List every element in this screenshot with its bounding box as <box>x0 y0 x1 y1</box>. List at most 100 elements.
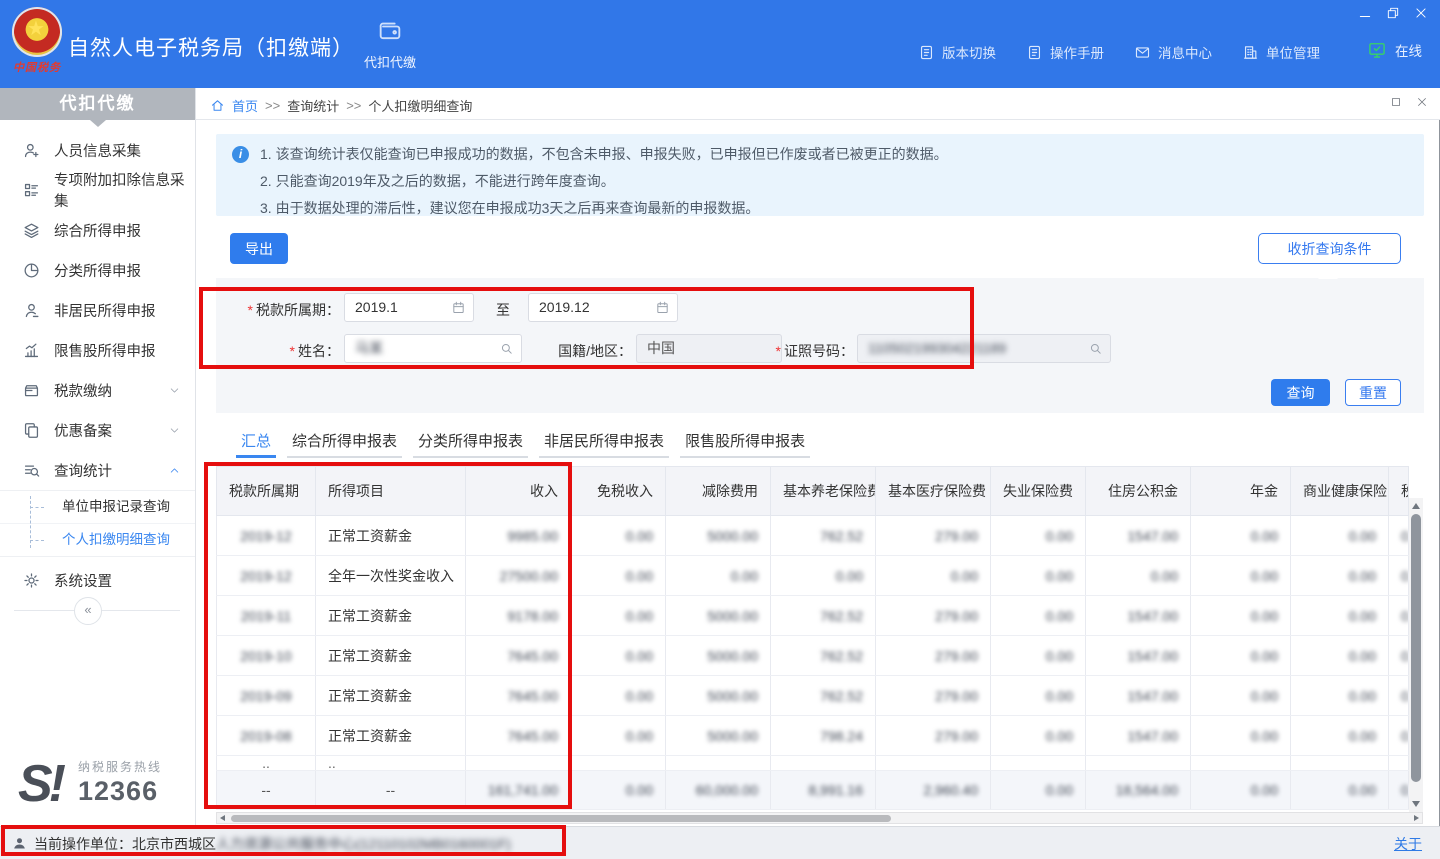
app-title: 自然人电子税务局（扣缴端） <box>68 32 354 62</box>
sidebar-item-7[interactable]: 税款缴纳 <box>0 370 195 410</box>
cell: 0.00 <box>571 556 666 596</box>
vertical-scrollbar[interactable] <box>1409 498 1423 812</box>
scroll-right-icon[interactable] <box>1414 815 1419 821</box>
sidebar-item-9[interactable]: 查询统计 <box>0 450 195 490</box>
cell: 1547.00 <box>1086 596 1191 636</box>
close-button[interactable] <box>1414 6 1428 20</box>
minimize-button[interactable] <box>1358 6 1372 20</box>
header-menu: 版本切换 操作手册 消息中心 单位管理 <box>918 42 1320 62</box>
sidebar-header: 代扣代缴 <box>0 88 195 120</box>
sidebar-item-6[interactable]: 限售股所得申报 <box>0 330 195 370</box>
cell: 0.00 <box>571 716 666 756</box>
cell: 5000.00 <box>666 596 771 636</box>
sidebar-item-1[interactable]: 人员信息采集 <box>0 130 195 170</box>
user-icon <box>12 836 27 851</box>
cell: 0.00 <box>1086 556 1191 596</box>
scroll-left-icon[interactable] <box>220 815 225 821</box>
column-header: 免税收入 <box>571 467 666 516</box>
sidebar-item-2[interactable]: 专项附加扣除信息采集 <box>0 170 195 210</box>
cell: 9178.00 <box>466 596 571 636</box>
calendar-icon[interactable] <box>655 300 670 315</box>
cell: 2019-08 <box>217 716 316 756</box>
online-status-label: 在线 <box>1395 40 1422 60</box>
close-page-icon[interactable] <box>1416 96 1428 108</box>
cell: 0.00 <box>1191 636 1291 676</box>
about-link[interactable]: 关于 <box>1394 834 1422 854</box>
breadcrumb-home[interactable]: 首页 <box>232 96 258 115</box>
cell: 0.00 <box>1389 516 1409 556</box>
cell: 5000.00 <box>666 636 771 676</box>
home-icon[interactable] <box>210 98 225 113</box>
hotline-caption: 纳税服务热线 <box>78 758 162 775</box>
cell <box>771 756 876 771</box>
query-button[interactable]: 查询 <box>1271 379 1330 406</box>
breadcrumb-separator: >> <box>346 98 361 113</box>
collapse-query-button[interactable]: 收折查询条件 <box>1258 233 1401 264</box>
cell: 0.00 <box>991 516 1086 556</box>
vertical-scroll-thumb[interactable] <box>1411 514 1421 782</box>
period-from-input[interactable]: 2019.1 <box>344 293 474 322</box>
restore-button[interactable] <box>1386 6 1400 20</box>
header-menu-3[interactable]: 消息中心 <box>1134 42 1212 62</box>
summary-table: 税款所属期所得项目收入免税收入减除费用基本养老保险费基本医疗保险费失业保险费住房… <box>216 466 1409 810</box>
header-menu-4[interactable]: 单位管理 <box>1242 42 1320 62</box>
cell <box>1291 756 1389 771</box>
calendar-icon[interactable] <box>451 300 466 315</box>
column-header: 商业健康保险 <box>1291 467 1389 516</box>
sidebar-item-3[interactable]: 综合所得申报 <box>0 210 195 250</box>
cell: 9985.00 <box>466 516 571 556</box>
sidebar-item-settings[interactable]: 系统设置 <box>0 560 195 600</box>
header-menu-1[interactable]: 版本切换 <box>918 42 996 62</box>
export-button[interactable]: 导出 <box>230 233 288 264</box>
reset-button[interactable]: 重置 <box>1345 379 1401 406</box>
cell: 279.00 <box>876 636 991 676</box>
scroll-down-icon[interactable] <box>1412 801 1420 807</box>
tab-1[interactable]: 汇总 <box>236 430 276 458</box>
notice-line-1: 1. 该查询统计表仅能查询已申报成功的数据，不包含未申报、申报失败，已申报但已作… <box>260 141 948 168</box>
table-row-3: 2019-11正常工资薪金9178.000.005000.00762.52279… <box>217 596 1409 636</box>
cell: 0.00 <box>991 676 1086 716</box>
cell: 2,960.40 <box>876 771 991 810</box>
column-header: 所得项目 <box>316 467 466 516</box>
tab-4[interactable]: 非居民所得申报表 <box>539 430 669 458</box>
breadcrumb-item-2: 个人扣缴明细查询 <box>368 96 472 115</box>
scroll-up-icon[interactable] <box>1412 503 1420 509</box>
mail-icon <box>1134 44 1151 61</box>
cell: -- <box>316 771 466 810</box>
cell: 279.00 <box>876 516 991 556</box>
horizontal-scroll-thumb[interactable] <box>231 815 891 822</box>
cell: 0.00 <box>1191 676 1291 716</box>
module-tab-daikoudaijiao[interactable]: 代扣代缴 <box>348 14 432 80</box>
hotline-logo: S! 纳税服务热线 12366 <box>18 752 186 814</box>
header-menu-2[interactable]: 操作手册 <box>1026 42 1104 62</box>
sidebar: 代扣代缴 人员信息采集专项附加扣除信息采集综合所得申报分类所得申报非居民所得申报… <box>0 88 196 826</box>
column-header: 基本养老保险费 <box>771 467 876 516</box>
cell: 5000.00 <box>666 716 771 756</box>
wallet2-icon <box>22 381 41 400</box>
table-header-row: 税款所属期所得项目收入免税收入减除费用基本养老保险费基本医疗保险费失业保险费住房… <box>217 467 1409 516</box>
cell: 0.00 <box>1191 516 1291 556</box>
tab-2[interactable]: 综合所得申报表 <box>287 430 402 458</box>
wallet-icon <box>375 16 405 44</box>
notice-lines: 1. 该查询统计表仅能查询已申报成功的数据，不包含未申报、申报失败，已申报但已作… <box>260 141 948 222</box>
cell: 2019-09 <box>217 676 316 716</box>
tab-5[interactable]: 限售股所得申报表 <box>680 430 810 458</box>
sidebar-item-4[interactable]: 分类所得申报 <box>0 250 195 290</box>
maximize-page-icon[interactable] <box>1390 96 1402 108</box>
id-number-input[interactable]: 110502199304221189 <box>857 334 1111 363</box>
name-label: *姓名： <box>240 341 340 361</box>
sidebar-item-label: 税款缴纳 <box>54 380 112 401</box>
monitor-check-icon <box>1367 40 1387 60</box>
sidebar-item-8[interactable]: 优惠备案 <box>0 410 195 450</box>
notice-line-3: 3. 由于数据处理的滞后性，建议您在申报成功3天之后再来查询最新的申报数据。 <box>260 195 948 222</box>
cell: 7645.00 <box>466 716 571 756</box>
horizontal-scrollbar[interactable] <box>216 812 1423 824</box>
sidebar-collapse-button[interactable]: « <box>74 597 102 625</box>
name-input[interactable]: 马某 <box>344 334 522 363</box>
search-icon[interactable] <box>499 341 514 356</box>
sidebar-item-5[interactable]: 非居民所得申报 <box>0 290 195 330</box>
tab-3[interactable]: 分类所得申报表 <box>413 430 528 458</box>
search-icon[interactable] <box>1088 341 1103 356</box>
cell: 1547.00 <box>1086 716 1191 756</box>
period-to-input[interactable]: 2019.12 <box>528 293 678 322</box>
